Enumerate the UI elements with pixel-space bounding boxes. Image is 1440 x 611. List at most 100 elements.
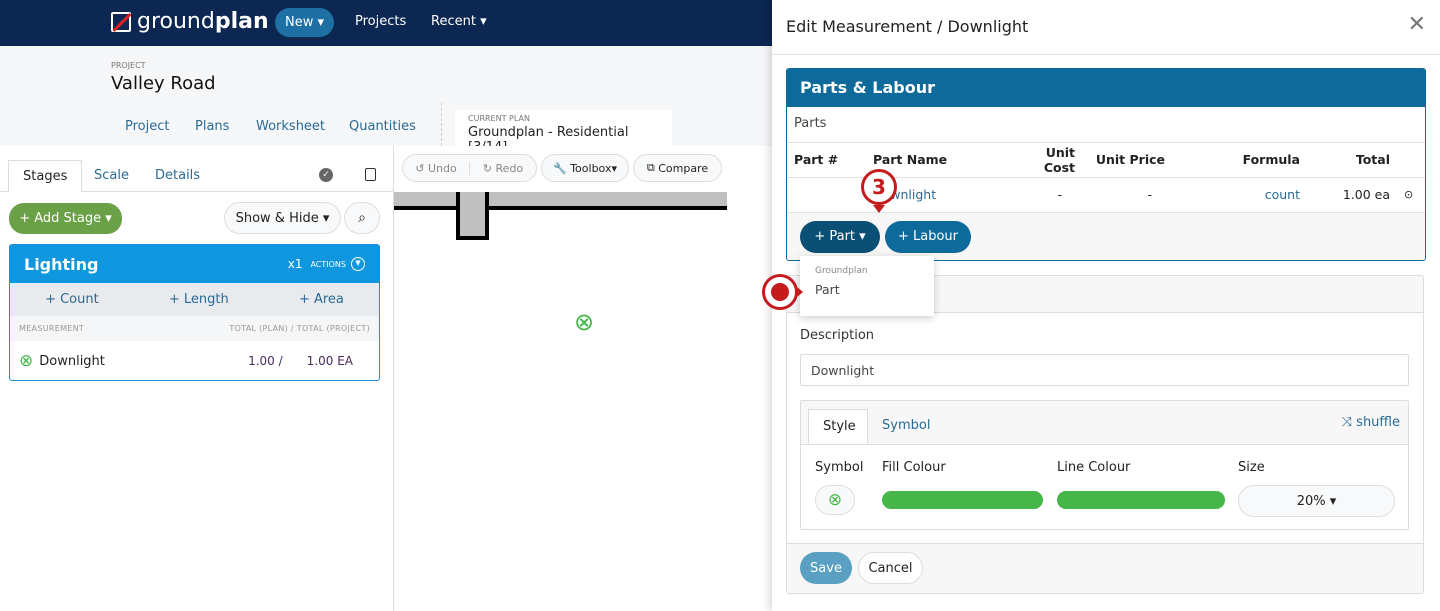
col-total: TOTAL (PLAN) / TOTAL (PROJECT): [229, 324, 370, 333]
divider: [772, 54, 1440, 55]
modal-title: Edit Measurement / Downlight: [786, 17, 1029, 36]
nav-projects[interactable]: Projects: [355, 14, 406, 29]
tab-symbol[interactable]: Symbol: [882, 418, 930, 433]
brand-bold: plan: [214, 9, 269, 34]
add-measurement-bar: + Count + Length + Area: [10, 283, 379, 316]
plan-canvas[interactable]: ⊗: [393, 146, 772, 611]
add-labour-label: Labour: [913, 229, 959, 244]
col-actions: [1397, 143, 1425, 178]
stage-lighting: Lighting x1 ACTIONS ▼ + Count + Length + Ar…: [9, 244, 380, 381]
project-title: Valley Road: [111, 73, 216, 94]
logo-icon: [111, 11, 131, 32]
measurement-name: Downlight: [39, 353, 105, 369]
current-plan[interactable]: CURRENT PLANGroundplan - Residential [3/…: [455, 110, 672, 155]
show-hide-label: Show & Hide: [235, 210, 319, 226]
search-button[interactable]: ⌕: [344, 202, 380, 234]
measurement-row[interactable]: ⊗ Downlight 1.00 / 1.00 EA: [10, 341, 379, 380]
line-colour-label: Line Colour: [1057, 460, 1131, 475]
logo[interactable]: groundplan: [111, 9, 269, 34]
parts-labour-panel: Parts & Labour Parts Part # Part Name Un…: [786, 68, 1426, 261]
toolbar: ↺ Undo ↻ Redo 🔧 Toolbox ▾ ⧉ Compare: [402, 154, 722, 182]
fill-colour-picker[interactable]: [882, 491, 1043, 509]
project-label: PROJECT: [111, 61, 146, 70]
col-measurement: MEASUREMENT: [19, 324, 85, 333]
divider: [441, 103, 442, 146]
add-stage-label: Add Stage: [34, 211, 102, 226]
downlight-marker-icon[interactable]: ⊗: [574, 310, 594, 334]
show-hide-button[interactable]: Show & Hide ▾: [224, 202, 341, 234]
compare-icon: ⧉: [646, 161, 655, 174]
unit-price: -: [1082, 177, 1172, 213]
callout-pointer: [873, 205, 885, 213]
close-icon[interactable]: ✕: [1408, 12, 1426, 37]
toolbox-label: Toolbox: [570, 161, 612, 175]
col-formula: Formula: [1172, 143, 1307, 178]
tab-stages[interactable]: Stages: [8, 160, 83, 192]
line-colour-picker[interactable]: [1057, 491, 1225, 509]
add-labour-button[interactable]: + Labour: [885, 220, 971, 253]
parts-labour-title: Parts & Labour: [787, 69, 1425, 107]
col-unit-cost: Unit Cost: [1004, 143, 1082, 178]
size-label: Size: [1238, 460, 1265, 475]
tab-scale[interactable]: Scale: [80, 160, 143, 192]
tab-style[interactable]: Style: [808, 409, 868, 445]
col-total: Total: [1307, 143, 1397, 178]
count-label: Count: [60, 292, 99, 307]
col-unit-price: Unit Price: [1082, 143, 1172, 178]
nav-recent[interactable]: Recent ▾: [431, 14, 487, 29]
add-part-label: Part: [829, 229, 856, 244]
dropdown-item-part[interactable]: Part: [815, 282, 919, 297]
undo-button[interactable]: ↺ Undo: [403, 161, 470, 175]
measurement-plan-total: 1.00 /: [248, 354, 283, 368]
toolbox-button[interactable]: 🔧 Toolbox ▾: [541, 154, 629, 182]
fill-colour-label: Fill Colour: [882, 460, 946, 475]
save-button[interactable]: Save: [800, 552, 852, 584]
downlight-symbol-icon: ⊗: [19, 351, 34, 371]
tab-project[interactable]: Project: [125, 119, 169, 134]
compare-button[interactable]: ⧉ Compare: [633, 154, 722, 182]
stage-name: Lighting: [24, 254, 99, 274]
stage-actions[interactable]: ACTIONS: [310, 260, 346, 269]
shuffle-label: shuffle: [1356, 415, 1400, 430]
symbol-picker[interactable]: ⊗: [815, 485, 855, 515]
click-indicator: [762, 274, 798, 310]
check-icon[interactable]: ✓: [319, 168, 333, 182]
size-select[interactable]: 20% ▾: [1238, 485, 1395, 517]
add-length-button[interactable]: + Length: [169, 292, 229, 307]
new-button[interactable]: New ▾: [275, 8, 334, 37]
cancel-button[interactable]: Cancel: [858, 552, 923, 584]
add-part-button[interactable]: + Part ▾: [800, 220, 880, 253]
tab-details[interactable]: Details: [141, 160, 214, 192]
dropdown-header: Groundplan: [815, 266, 868, 276]
row-menu-icon[interactable]: ⊙: [1397, 177, 1425, 213]
tab-plans[interactable]: Plans: [195, 119, 229, 134]
redo-label: Redo: [495, 161, 524, 175]
chevron-down-icon[interactable]: ▼: [351, 257, 365, 271]
current-plan-label: CURRENT PLAN: [468, 114, 530, 123]
col-part-no: Part #: [787, 143, 866, 178]
recent-label: Recent: [431, 14, 476, 29]
length-label: Length: [183, 292, 229, 307]
size-value: 20%: [1296, 493, 1326, 509]
description-label: Description: [800, 328, 875, 343]
tab-worksheet[interactable]: Worksheet: [256, 119, 325, 134]
wrench-icon: 🔧: [553, 161, 567, 175]
shuffle-button[interactable]: ⤨ shuffle: [1342, 415, 1400, 430]
save-icon[interactable]: [365, 168, 376, 181]
brand-light: ground: [137, 9, 215, 34]
add-area-button[interactable]: + Area: [299, 292, 344, 307]
indicator-pointer: [797, 287, 803, 297]
new-label: New: [284, 15, 314, 30]
redo-button[interactable]: ↻ Redo: [470, 162, 536, 175]
dot-icon: [771, 283, 789, 301]
style-panel: Style Symbol ⤨ shuffle Symbol Fill Colou…: [800, 400, 1409, 530]
formula[interactable]: count: [1172, 177, 1307, 213]
add-stage-button[interactable]: + Add Stage ▾: [9, 203, 122, 234]
style-body: Symbol Fill Colour Line Colour Size ⊗ 20…: [801, 444, 1408, 529]
parts-footer: + Part ▾ + Labour: [787, 212, 1425, 260]
tab-quantities[interactable]: Quantities: [349, 119, 416, 134]
add-count-button[interactable]: + Count: [45, 292, 99, 307]
stage-header: Lighting x1 ACTIONS ▼: [10, 245, 379, 283]
description-input[interactable]: [800, 354, 1409, 386]
part-no: [787, 177, 866, 213]
